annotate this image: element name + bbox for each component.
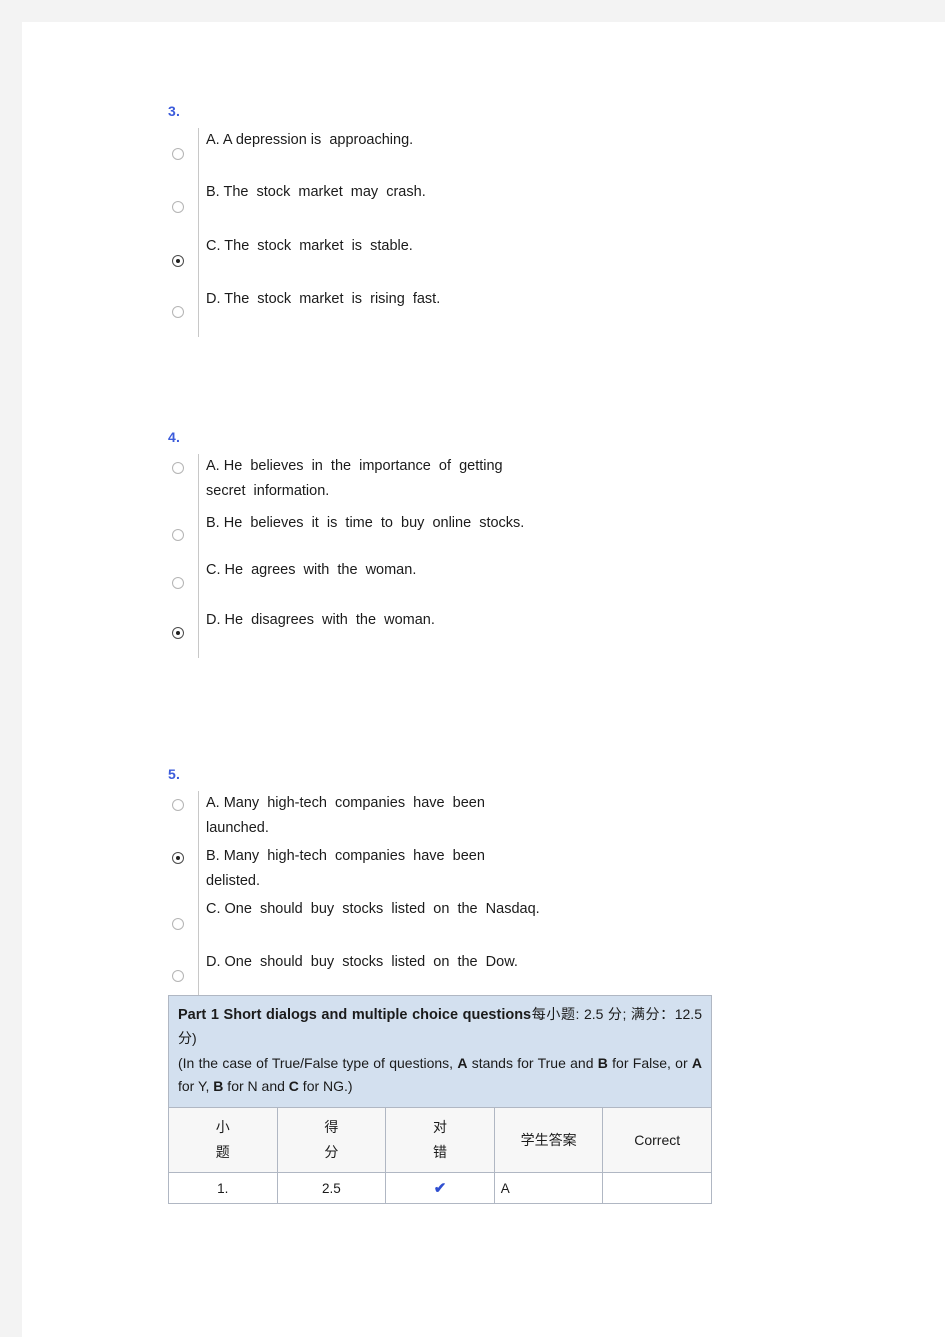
option-label-5a: A. Many high-tech companies have been la… — [206, 795, 485, 836]
column-header-question-number: 小 题 — [168, 1107, 278, 1173]
option-divider-5b — [198, 844, 199, 897]
radio-button-5a[interactable] — [172, 799, 184, 811]
column-header-score-line1: 得 — [324, 1119, 339, 1135]
radio-cell-3c[interactable] — [168, 234, 198, 287]
option-label-3a: A. A depression is approaching. — [206, 132, 414, 148]
column-header-score: 得 分 — [276, 1107, 387, 1173]
option-divider-5c — [198, 897, 199, 950]
option-label-3d: D. The stock market is rising fast. — [206, 291, 441, 307]
option-label-4d: D. He disagrees with the woman. — [206, 612, 435, 628]
question-number-3: 3. — [168, 103, 181, 119]
radio-cell-3d[interactable] — [168, 287, 198, 337]
radio-cell-4c[interactable] — [168, 558, 198, 608]
option-row-4a[interactable]: A. He believes in the importance of gett… — [168, 454, 524, 511]
option-divider-4c — [198, 558, 199, 608]
radio-button-4a[interactable] — [172, 462, 184, 474]
row-correct-answer — [602, 1172, 712, 1204]
column-header-correctness-line2: 错 — [432, 1144, 447, 1160]
result-summary-table: Part 1 Short dialogs and multiple choice… — [168, 995, 712, 1204]
row-student-answer: A — [493, 1172, 604, 1204]
radio-button-3b[interactable] — [172, 201, 184, 213]
option-label-4a: A. He believes in the importance of gett… — [206, 458, 503, 499]
option-row-4b[interactable]: B. He believes it is time to buy online … — [168, 511, 524, 558]
question-block-5: 5. A. Many high-tech companies have been… — [168, 767, 540, 1002]
option-label-3c: C. The stock market is stable. — [206, 238, 413, 254]
option-row-5c[interactable]: C. One should buy stocks listed on the N… — [168, 897, 540, 950]
column-header-score-line2: 分 — [324, 1144, 339, 1160]
radio-button-5c[interactable] — [172, 917, 184, 930]
option-divider-3c — [198, 234, 199, 287]
column-header-question-number-line2: 题 — [215, 1144, 230, 1160]
radio-button-3a[interactable] — [172, 148, 184, 160]
option-row-4c[interactable]: C. He agrees with the woman. — [168, 558, 524, 608]
radio-cell-5c[interactable] — [168, 897, 198, 950]
row-question-number: 1. — [168, 1172, 278, 1204]
option-row-3d[interactable]: D. The stock market is rising fast. — [168, 287, 440, 337]
question-number-5: 5. — [168, 766, 181, 782]
column-header-correctness-line1: 对 — [432, 1119, 447, 1135]
radio-button-3c[interactable] — [172, 254, 184, 267]
option-label-3b: B. The stock market may crash. — [206, 184, 426, 200]
option-divider-4d — [198, 608, 199, 658]
radio-button-5b[interactable] — [172, 852, 184, 864]
option-row-3c[interactable]: C. The stock market is stable. — [168, 234, 440, 287]
option-divider-4a — [198, 454, 199, 511]
option-label-5b: B. Many high-tech companies have been de… — [206, 848, 485, 889]
part-note: (In the case of True/False type of quest… — [178, 1055, 703, 1094]
radio-button-4d[interactable] — [172, 627, 184, 639]
radio-cell-4b[interactable] — [168, 511, 198, 558]
radio-cell-5b[interactable] — [168, 844, 198, 897]
radio-button-4b[interactable] — [172, 528, 184, 541]
question-block-3: 3. A. A depression is approaching. B. Th… — [168, 104, 440, 337]
part-header-cell: Part 1 Short dialogs and multiple choice… — [168, 995, 712, 1108]
column-header-correctness: 对 错 — [385, 1107, 495, 1173]
option-row-3a[interactable]: A. A depression is approaching. — [168, 128, 440, 180]
option-label-4c: C. He agrees with the woman. — [206, 562, 417, 578]
option-divider-3b — [198, 180, 199, 234]
part-title: Part 1 Short dialogs and multiple choice… — [178, 1007, 532, 1023]
radio-button-3d[interactable] — [172, 306, 184, 318]
table-row: 1. 2.5 ✔ A — [168, 1172, 712, 1204]
column-header-correct-answer: Correct — [602, 1107, 712, 1173]
row-score: 2.5 — [276, 1172, 387, 1204]
option-divider-3a — [198, 128, 199, 180]
radio-cell-5a[interactable] — [168, 791, 198, 844]
option-row-4d[interactable]: D. He disagrees with the woman. — [168, 608, 524, 658]
question-number-4: 4. — [168, 429, 181, 445]
part-header-row: Part 1 Short dialogs and multiple choice… — [168, 995, 712, 1108]
row-correct-mark-icon: ✔ — [385, 1172, 495, 1204]
page-left-chrome-strip — [0, 22, 22, 1337]
option-divider-5a — [198, 791, 199, 844]
table-header-row: 小 题 得 分 对 错 学生答案 Correct — [168, 1107, 712, 1173]
radio-cell-3a[interactable] — [168, 128, 198, 180]
radio-button-5d[interactable] — [172, 970, 184, 982]
radio-cell-3b[interactable] — [168, 180, 198, 234]
radio-cell-4a[interactable] — [168, 454, 198, 511]
radio-cell-4d[interactable] — [168, 608, 198, 658]
option-row-5b[interactable]: B. Many high-tech companies have been de… — [168, 844, 540, 897]
option-label-5c: C. One should buy stocks listed on the N… — [206, 901, 540, 917]
column-header-student-answer: 学生答案 — [493, 1107, 604, 1173]
option-divider-4b — [198, 511, 199, 558]
document-page: 3. A. A depression is approaching. B. Th… — [22, 22, 945, 1337]
option-divider-3d — [198, 287, 199, 337]
option-label-4b: B. He believes it is time to buy online … — [206, 515, 525, 531]
column-header-question-number-line1: 小 — [215, 1119, 230, 1135]
page-top-chrome-strip — [0, 0, 945, 22]
question-block-4: 4. A. He believes in the importance of g… — [168, 430, 524, 658]
option-label-5d: D. One should buy stocks listed on the D… — [206, 954, 518, 970]
option-row-5a[interactable]: A. Many high-tech companies have been la… — [168, 791, 540, 844]
option-row-3b[interactable]: B. The stock market may crash. — [168, 180, 440, 234]
radio-button-4c[interactable] — [172, 577, 184, 589]
